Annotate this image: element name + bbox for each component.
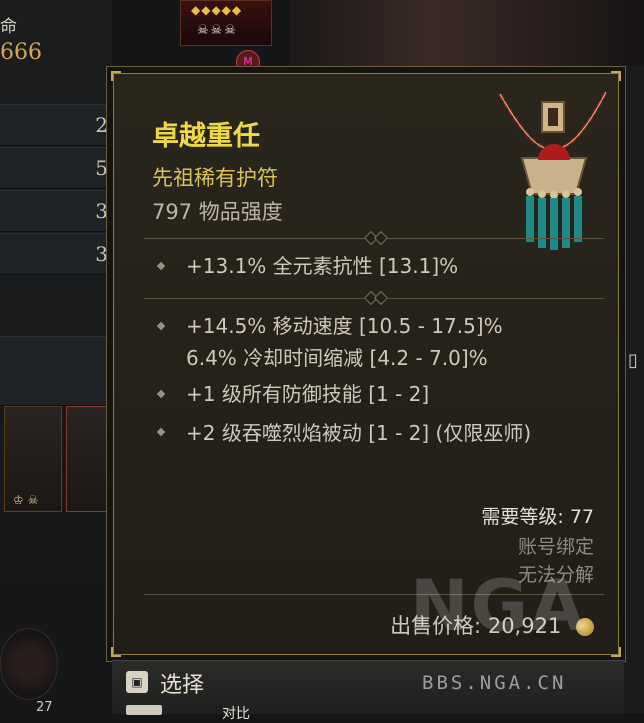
stat-label: 命 bbox=[0, 17, 17, 37]
stat-row[interactable]: 3 bbox=[0, 233, 112, 275]
item-power: 797 物品强度 bbox=[152, 200, 283, 224]
item-type: 先祖稀有护符 bbox=[152, 166, 278, 190]
affix-text: +1 级所有防御技能 [1 - 2] bbox=[186, 382, 430, 406]
compare-hint-label[interactable]: 对比 bbox=[222, 703, 250, 723]
bullet-icon bbox=[156, 427, 166, 437]
item-name: 卓越重任 bbox=[152, 121, 260, 152]
divider-ornament bbox=[373, 290, 389, 306]
stat-row[interactable]: 5 bbox=[0, 147, 112, 189]
right-panel bbox=[624, 66, 644, 713]
affix-text: +2 级吞噬烈焰被动 [1 - 2] (仅限巫师) bbox=[186, 421, 532, 445]
select-key-icon: ▣ bbox=[126, 671, 148, 693]
bullet-icon bbox=[156, 389, 166, 399]
stat-row[interactable]: 3 bbox=[0, 190, 112, 232]
affix-text: +13.1% 全元素抗性 [13.1]% bbox=[186, 254, 459, 278]
stat-row bbox=[0, 336, 112, 406]
frame-corner bbox=[111, 647, 121, 657]
select-hint-label[interactable]: 选择 bbox=[160, 667, 204, 699]
skull-icons: ☠☠☠ bbox=[197, 23, 238, 38]
gem-icons: ◆◆◆◆◆ bbox=[191, 3, 243, 17]
amulet-icon bbox=[498, 91, 608, 250]
chalice-icon[interactable] bbox=[0, 628, 58, 700]
account-bound: 账号绑定 bbox=[517, 536, 594, 558]
stat-row[interactable]: 2 bbox=[0, 104, 112, 146]
affix-text: +14.5% 移动速度 [10.5 - 17.5]% bbox=[186, 314, 503, 338]
compare-key-icon bbox=[126, 705, 162, 715]
left-panel: 命 666 2 5 3 3 ♔ ☠ bbox=[0, 0, 124, 713]
frame-corner bbox=[611, 71, 621, 81]
frame-corner bbox=[111, 71, 121, 81]
inventory-slot[interactable]: ♔ ☠ bbox=[4, 406, 62, 512]
section-divider bbox=[144, 290, 604, 306]
watermark-site: BBS.NGA.CN bbox=[422, 672, 567, 694]
divider-ornament bbox=[373, 230, 389, 246]
scroll-icon[interactable]: ▯ bbox=[628, 350, 638, 371]
bullet-icon bbox=[156, 321, 166, 331]
required-level: 需要等级: 77 bbox=[481, 506, 594, 528]
bullet-icon bbox=[156, 261, 166, 271]
affix-text: 6.4% 冷却时间缩减 [4.2 - 7.0]% bbox=[186, 346, 488, 370]
watermark-logo: NGA bbox=[410, 565, 587, 647]
section-divider bbox=[144, 230, 604, 246]
character-model bbox=[290, 0, 644, 66]
trophy-skull-icon: ♔ ☠ bbox=[13, 493, 39, 507]
stat-value: 666 bbox=[0, 40, 42, 65]
equipped-item-slot[interactable]: ◆◆◆◆◆ ☠☠☠ bbox=[180, 0, 272, 46]
